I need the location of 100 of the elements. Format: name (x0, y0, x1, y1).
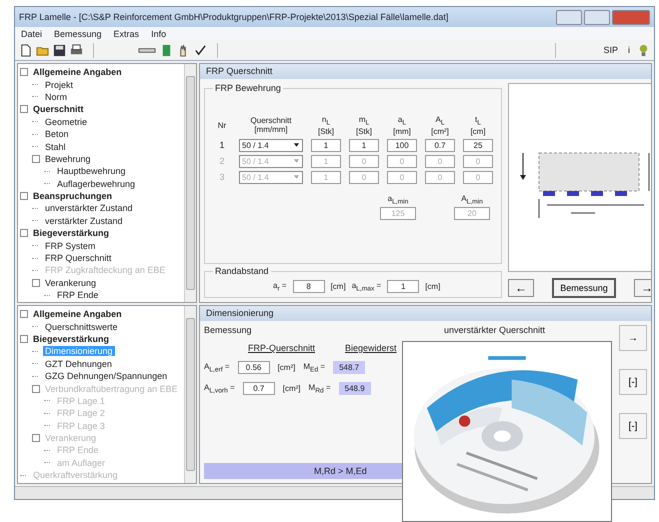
tree-item[interactable]: FRP Querschnitt (43, 253, 114, 264)
section-heading: Biegewiderst (345, 343, 397, 353)
tree-item[interactable]: Querschnittswerte (43, 322, 120, 332)
input-field[interactable]: 1 (349, 138, 379, 152)
unit-label: [cm] (330, 282, 346, 291)
side-button[interactable]: [-] (619, 369, 647, 395)
collapse-toggle-icon[interactable] (20, 229, 28, 238)
panel-title: FRP Querschnitt (200, 64, 651, 79)
tree-item[interactable]: Verankerung (43, 278, 98, 288)
input-field[interactable]: 1 (387, 280, 420, 293)
tree-item[interactable]: Beton (43, 129, 71, 140)
column-unit: [cm²] (431, 126, 449, 136)
unit-label: [cm²] (278, 363, 296, 372)
result-value: 548.9 (338, 382, 371, 395)
result-value: 548.7 (333, 361, 366, 374)
nav-button[interactable]: → (634, 279, 651, 297)
column-unit: [mm/mm] (254, 125, 288, 134)
tree-item[interactable]: Allgemeine Angaben (31, 67, 124, 78)
profile-dropdown[interactable]: 50 / 1.4 (239, 138, 303, 152)
tree-item[interactable]: Auflagerbewehrung (55, 178, 138, 189)
group-title: FRP Bewehrung (214, 83, 282, 93)
tree-item[interactable]: Hauptbewehrung (55, 166, 128, 176)
panel-title: Dimensionierung (200, 306, 651, 321)
field-label: M$_{Rd}$ = (308, 382, 331, 394)
toolbar-button[interactable]: i (625, 45, 633, 55)
collapse-toggle-icon[interactable] (32, 278, 40, 287)
column-header: t$_{L}$ (475, 115, 481, 127)
checkmark-icon[interactable] (194, 44, 207, 56)
column-header: m$_{L}$ (358, 115, 370, 127)
tree-item[interactable]: Norm (43, 92, 69, 102)
row-number: 2 (218, 156, 226, 166)
menu-item[interactable]: Extras (114, 28, 140, 38)
scrollbar[interactable] (184, 306, 196, 483)
tree-item[interactable]: Stahl (43, 142, 68, 152)
close-button[interactable] (612, 10, 650, 24)
side-button[interactable]: [-] (619, 413, 647, 439)
nav-button[interactable]: Bemessung (552, 278, 616, 298)
field-label: a$_{L,max}$ = (352, 280, 382, 292)
field-label: M$_{Ed}$ = (303, 362, 326, 374)
nav-button[interactable]: ← (508, 279, 534, 297)
maximize-button[interactable] (584, 10, 610, 24)
collapse-toggle-icon[interactable] (20, 192, 28, 200)
collapse-toggle-icon[interactable] (32, 434, 40, 442)
tree-item[interactable]: verstärkter Zustand (43, 216, 125, 226)
unit-label: [cm] (425, 282, 440, 291)
side-button[interactable]: → (619, 325, 647, 351)
column-unit: [Stk] (356, 126, 372, 136)
tree-item[interactable]: Allgemeine Angaben (31, 309, 124, 320)
input-field[interactable]: 1 (311, 138, 341, 152)
scrollbar[interactable] (184, 64, 196, 302)
lightbulb-icon[interactable] (637, 44, 650, 56)
column-header: n$_{L}$ (322, 115, 330, 127)
menu-item[interactable]: Bemessung (54, 28, 102, 38)
field-label: a$_{r}$ = (273, 280, 287, 292)
input-field[interactable]: 0.56 (238, 361, 270, 374)
collapse-toggle-icon[interactable] (20, 105, 28, 114)
field-label: a$_{L,min}$ (388, 194, 408, 206)
tree-item[interactable]: FRP System (43, 240, 98, 251)
tree-item[interactable]: Beanspruchungen (31, 191, 114, 202)
collapse-toggle-icon[interactable] (20, 310, 28, 318)
save-icon[interactable] (53, 44, 66, 56)
tree-item[interactable]: GZG Dehnungen/Spannungen (43, 371, 170, 382)
tree-item[interactable]: unverstärkter Zustand (43, 203, 135, 214)
minimize-button[interactable] (556, 10, 582, 24)
input-field[interactable]: 8 (292, 280, 325, 293)
tree-item[interactable]: Bewehrung (43, 154, 93, 164)
column-header: Nr (218, 120, 226, 130)
tree-item[interactable]: FRP Ende (55, 290, 100, 300)
column-unit: [mm] (393, 126, 411, 136)
field-label: A$_{L,erf}$ = (204, 362, 230, 374)
menu-item[interactable]: Datei (21, 28, 42, 38)
unit-label: [cm²] (282, 384, 301, 393)
group-title: Bemessung (204, 325, 252, 335)
group-title: Randabstand (214, 266, 270, 276)
collapse-toggle-icon[interactable] (32, 384, 40, 393)
row-number: 3 (218, 172, 226, 182)
row-number: 1 (218, 140, 226, 150)
column-header: a$_{L}$ (398, 115, 406, 127)
column-header: Querschnitt (250, 116, 292, 126)
field-label: A$_{L,min}$ (461, 194, 483, 206)
menu-item[interactable]: Info (151, 28, 166, 38)
collapse-toggle-icon[interactable] (20, 68, 28, 76)
section-heading: FRP-Querschnitt (248, 343, 316, 353)
column-unit: [Stk] (318, 126, 334, 136)
tree-item[interactable]: Geometrie (43, 116, 90, 127)
tree-item[interactable]: GZT Dehnungen (43, 358, 114, 369)
input-field[interactable]: 0.7 (242, 382, 275, 395)
tree-item[interactable]: Projekt (43, 80, 76, 90)
input-field[interactable]: 25 (463, 138, 493, 152)
column-unit: [cm] (470, 126, 486, 136)
tree-item[interactable]: Querschnitt (31, 104, 86, 114)
tree-item[interactable]: Biegeverstärkung (31, 334, 112, 344)
new-file-icon[interactable] (19, 44, 32, 56)
tree-item[interactable]: Biegeverstärkung (31, 228, 112, 238)
input-field[interactable]: 0.7 (425, 138, 455, 152)
print-icon[interactable] (70, 44, 83, 56)
input-field[interactable]: 100 (387, 138, 417, 152)
toolbar-button[interactable]: SIP (600, 45, 621, 55)
collapse-toggle-icon[interactable] (32, 154, 40, 163)
collapse-toggle-icon[interactable] (20, 334, 28, 343)
